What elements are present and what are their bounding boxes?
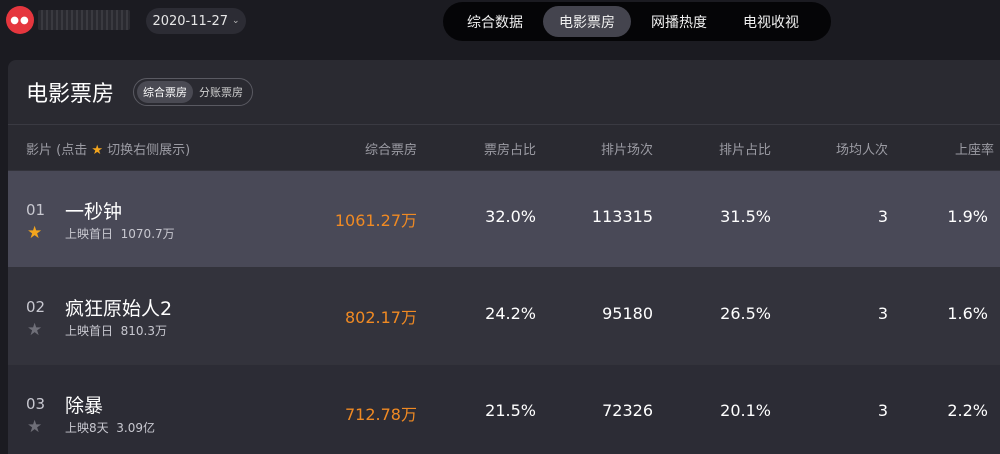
tab-tv-ratings[interactable]: 电视收视 [727,6,815,37]
date-value: 2020-11-27 [152,13,228,29]
column-header-screenings[interactable]: 排片场次 [601,139,653,158]
column-header-screen-share[interactable]: 排片占比 [719,139,771,158]
table-row[interactable]: 02 ★ 疯狂原始人2 上映首日 810.3万 802.17万 24.2% 95… [8,267,1000,364]
top-bar: ●● 2020-11-27 ⌄ 综合数据 电影票房 网播热度 电视收视 [0,0,1000,46]
star-icon[interactable]: ★ [27,320,42,340]
film-release-info: 上映首日 810.3万 [65,324,168,338]
table-row[interactable]: 01 ★ 一秒钟 上映首日 1070.7万 1061.27万 32.0% 113… [8,170,1000,267]
film-release-info: 上映首日 1070.7万 [65,227,175,241]
table-row[interactable]: 03 ★ 除暴 上映8天 3.09亿 712.78万 21.5% 72326 2… [8,364,1000,454]
box-office-type-toggle: 综合票房 分账票房 [133,78,253,106]
rank-number: 03 [26,395,46,413]
column-header-occupancy[interactable]: 上座率 [955,139,994,158]
column-header-avg-attendance[interactable]: 场均人次 [836,139,888,158]
film-title: 除暴 [65,395,104,417]
avg-attendance-value: 3 [877,207,888,226]
segment-split-box-office[interactable]: 分账票房 [193,81,249,103]
screen-share-value: 26.5% [720,304,771,323]
box-office-value: 1061.27万 [334,211,417,230]
film-title: 一秒钟 [65,201,123,223]
occupancy-value: 2.2% [947,401,988,420]
box-share-value: 32.0% [485,207,536,226]
occupancy-value: 1.6% [947,304,988,323]
rank-number: 01 [26,201,46,219]
screen-share-value: 31.5% [720,207,771,226]
rank-number: 02 [26,298,46,316]
table-header: 影片 (点击 ★ 切换右侧展示) 综合票房 票房占比 排片场次 排片占比 场均人… [8,124,1000,170]
film-title: 疯狂原始人2 [65,298,173,320]
film-release-info: 上映8天 3.09亿 [65,421,156,435]
screenings-value: 113315 [591,207,653,226]
screenings-value: 95180 [602,304,653,323]
avg-attendance-value: 3 [877,304,888,323]
star-icon[interactable]: ★ [27,223,42,243]
box-office-value: 712.78万 [345,405,417,424]
main-nav: 综合数据 电影票房 网播热度 电视收视 [443,2,831,41]
app-logo[interactable]: ●● [6,6,34,34]
box-office-panel: 电影票房 综合票房 分账票房 影片 (点击 ★ 切换右侧展示) 综合票房 票房占… [8,60,1000,454]
occupancy-value: 1.9% [947,207,988,226]
column-header-film: 影片 (点击 ★ 切换右侧展示) [26,143,191,158]
panel-header: 电影票房 综合票房 分账票房 [8,60,1000,124]
column-header-box-share[interactable]: 票房占比 [484,139,536,158]
page-title: 电影票房 [26,82,115,107]
star-icon[interactable]: ★ [27,417,42,437]
box-office-value: 802.17万 [345,308,417,327]
chevron-down-icon: ⌄ [232,16,240,26]
box-share-value: 24.2% [485,304,536,323]
avg-attendance-value: 3 [877,401,888,420]
screenings-value: 72326 [602,401,653,420]
star-icon: ★ [91,143,104,158]
tab-movie-box-office[interactable]: 电影票房 [543,6,631,37]
segment-total-box-office[interactable]: 综合票房 [137,81,193,103]
box-share-value: 21.5% [485,401,536,420]
date-picker[interactable]: 2020-11-27 ⌄ [146,8,246,34]
column-header-box-office[interactable]: 综合票房 [365,139,417,158]
brand-name-redacted [38,10,130,30]
screen-share-value: 20.1% [720,401,771,420]
tab-web-streaming[interactable]: 网播热度 [635,6,723,37]
tab-overview[interactable]: 综合数据 [451,6,539,37]
